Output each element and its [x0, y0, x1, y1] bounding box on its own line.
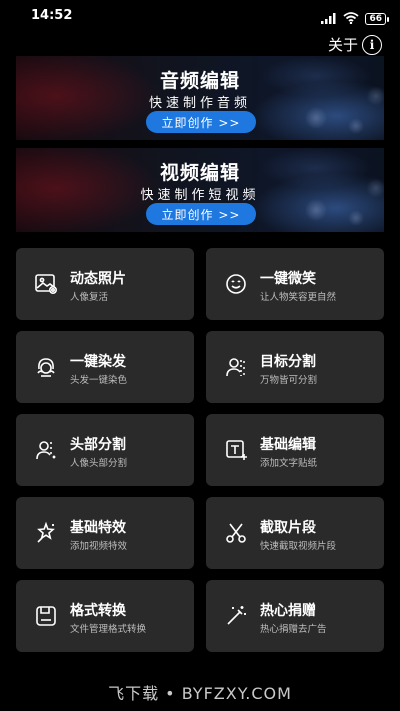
head-segment-icon: [34, 438, 58, 462]
card-title: 基础编辑: [260, 437, 316, 453]
card-subtitle: 文件管理格式转换: [70, 624, 147, 635]
card-title: 头部分割: [70, 437, 126, 453]
card-subtitle: 添加视频特效: [70, 541, 128, 552]
about-button[interactable]: 关于 i: [328, 34, 382, 55]
photo-icon: [34, 272, 58, 296]
effects-icon: [34, 521, 58, 545]
card-subtitle: 万物皆可分割: [260, 375, 318, 386]
about-label: 关于: [327, 36, 358, 54]
save-icon: [34, 604, 58, 628]
scissors-icon: [224, 521, 248, 545]
segment-icon: [224, 355, 248, 379]
feature-card-dynamic-photo[interactable]: 动态照片 人像复活: [16, 248, 194, 320]
banner-subtitle: 快速制作音频: [148, 96, 251, 111]
feature-card-smile[interactable]: 一键微笑 让人物笑容更自然: [206, 248, 384, 320]
card-subtitle: 人像复活: [70, 292, 109, 303]
feature-card-basic-effects[interactable]: 基础特效 添加视频特效: [16, 497, 194, 569]
card-title: 目标分割: [260, 354, 316, 370]
card-title: 动态照片: [70, 271, 126, 287]
status-time: 14:52: [31, 8, 73, 23]
text-edit-icon: [224, 438, 248, 462]
card-subtitle: 头发一键染色: [70, 375, 128, 386]
banner-title: 音频编辑: [159, 70, 240, 92]
signal-icon: [321, 9, 337, 28]
feature-card-clip-segment[interactable]: 截取片段 快速截取视频片段: [206, 497, 384, 569]
feature-card-hair-dye[interactable]: 一键染发 头发一键染色: [16, 331, 194, 403]
video-create-button[interactable]: 立即创作 >>: [146, 203, 256, 225]
hair-dye-icon: [34, 355, 58, 379]
banner-title: 视频编辑: [159, 162, 240, 184]
card-title: 热心捐赠: [260, 603, 316, 619]
card-subtitle: 快速截取视频片段: [260, 541, 337, 552]
watermark: 飞下载 • BYFZXY.COM: [108, 684, 292, 703]
video-edit-banner[interactable]: 视频编辑 快速制作短视频 立即创作 >>: [16, 148, 384, 232]
wifi-icon: [343, 9, 360, 28]
card-title: 截取片段: [260, 520, 316, 536]
card-subtitle: 让人物笑容更自然: [260, 292, 337, 303]
card-title: 格式转换: [70, 603, 126, 619]
banner-subtitle: 快速制作短视频: [140, 188, 260, 203]
card-title: 一键微笑: [260, 271, 316, 287]
status-icons: 66: [321, 9, 389, 28]
status-bar: 14:52 66: [0, 0, 400, 30]
card-subtitle: 添加文字贴纸: [260, 458, 318, 469]
info-icon: i: [362, 34, 382, 55]
card-subtitle: 人像头部分割: [70, 458, 128, 469]
feature-card-head-segment[interactable]: 头部分割 人像头部分割: [16, 414, 194, 486]
feature-card-object-segment[interactable]: 目标分割 万物皆可分割: [206, 331, 384, 403]
feature-card-basic-edit[interactable]: 基础编辑 添加文字贴纸: [206, 414, 384, 486]
feature-card-donate[interactable]: 热心捐赠 热心捐赠去广告: [206, 580, 384, 652]
audio-create-button[interactable]: 立即创作 >>: [146, 111, 256, 133]
audio-edit-banner[interactable]: 音频编辑 快速制作音频 立即创作 >>: [16, 56, 384, 140]
card-subtitle: 热心捐赠去广告: [260, 624, 327, 635]
battery-indicator: 66: [365, 12, 389, 25]
card-title: 一键染发: [70, 354, 126, 370]
feature-card-format-convert[interactable]: 格式转换 文件管理格式转换: [16, 580, 194, 652]
smile-icon: [224, 272, 248, 296]
magic-wand-icon: [224, 604, 248, 628]
card-title: 基础特效: [70, 520, 126, 536]
